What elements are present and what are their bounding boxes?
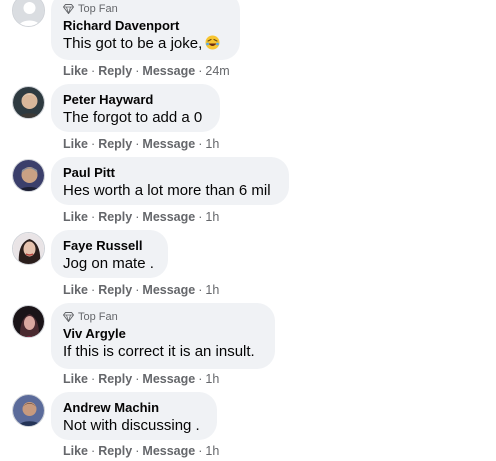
default-avatar-icon (13, 0, 44, 26)
diamond-icon (63, 4, 74, 14)
avatar-photo-icon (13, 160, 44, 191)
avatar[interactable] (12, 305, 45, 338)
comment-actions: Like · Reply · Message · 24m (63, 64, 230, 78)
comment-bubble: Paul Pitt Hes worth a lot more than 6 mi… (51, 157, 289, 205)
reply-link[interactable]: Reply (98, 372, 132, 386)
comment-timestamp[interactable]: 1h (205, 283, 219, 297)
avatar[interactable] (12, 232, 45, 265)
top-fan-label: Top Fan (78, 311, 118, 323)
like-link[interactable]: Like (63, 137, 88, 151)
comment-actions: Like · Reply · Message · 1h (63, 137, 220, 151)
reply-link[interactable]: Reply (98, 210, 132, 224)
reply-link[interactable]: Reply (98, 64, 132, 78)
message-link[interactable]: Message (142, 283, 195, 297)
message-link[interactable]: Message (142, 372, 195, 386)
top-fan-badge: Top Fan (63, 310, 263, 324)
like-link[interactable]: Like (63, 283, 88, 297)
commenter-name[interactable]: Viv Argyle (63, 325, 263, 342)
commenter-name[interactable]: Peter Hayward (63, 91, 208, 108)
avatar[interactable] (12, 394, 45, 427)
commenter-name[interactable]: Andrew Machin (63, 399, 205, 416)
comment-bubble: Top Fan Viv Argyle If this is correct it… (51, 303, 275, 369)
comment-text: The forgot to add a 0 (63, 109, 203, 126)
diamond-icon (63, 312, 74, 322)
comment-timestamp[interactable]: 1h (205, 372, 219, 386)
commenter-name[interactable]: Richard Davenport (63, 17, 228, 34)
comment-text: Jog on mate . (63, 255, 154, 272)
reply-link[interactable]: Reply (98, 137, 132, 151)
avatar[interactable] (12, 0, 45, 27)
comment-timestamp[interactable]: 1h (205, 210, 219, 224)
avatar[interactable] (12, 86, 45, 119)
comment-bubble: Andrew Machin Not with discussing . (51, 392, 217, 440)
comment-actions: Like · Reply · Message · 1h (63, 372, 220, 386)
message-link[interactable]: Message (142, 210, 195, 224)
like-link[interactable]: Like (63, 372, 88, 386)
comment-actions: Like · Reply · Message · 1h (63, 444, 220, 458)
message-link[interactable]: Message (142, 137, 195, 151)
comment-actions: Like · Reply · Message · 1h (63, 210, 220, 224)
like-link[interactable]: Like (63, 210, 88, 224)
avatar-photo-icon (13, 395, 44, 426)
avatar-photo-icon (13, 306, 44, 337)
comment-text: If this is correct it is an insult. (63, 343, 255, 360)
avatar-photo-icon (13, 87, 44, 118)
comment-actions: Like · Reply · Message · 1h (63, 283, 220, 297)
avatar-photo-icon (13, 233, 44, 264)
commenter-name[interactable]: Paul Pitt (63, 164, 277, 181)
message-link[interactable]: Message (142, 64, 195, 78)
avatar[interactable] (12, 159, 45, 192)
comment-timestamp[interactable]: 1h (205, 444, 219, 458)
comment-timestamp[interactable]: 1h (205, 137, 219, 151)
top-fan-label: Top Fan (78, 3, 118, 15)
like-link[interactable]: Like (63, 64, 88, 78)
commenter-name[interactable]: Faye Russell (63, 237, 156, 254)
like-link[interactable]: Like (63, 444, 88, 458)
rolling-on-floor-laughing-emoji-icon (205, 35, 220, 56)
message-link[interactable]: Message (142, 444, 195, 458)
top-fan-badge: Top Fan (63, 2, 228, 16)
comment-bubble: Peter Hayward The forgot to add a 0 (51, 84, 220, 132)
reply-link[interactable]: Reply (98, 283, 132, 297)
comment-bubble: Top Fan Richard Davenport This got to be… (51, 0, 240, 60)
comment-bubble: Faye Russell Jog on mate . (51, 230, 168, 278)
comment-timestamp[interactable]: 24m (205, 64, 229, 78)
reply-link[interactable]: Reply (98, 444, 132, 458)
comment-text: Hes worth a lot more than 6 mil (63, 182, 271, 199)
comment-text: This got to be a joke, (63, 34, 228, 56)
comment-text: Not with discussing . (63, 417, 200, 434)
